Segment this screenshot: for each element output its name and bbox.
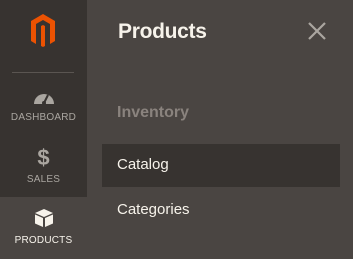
panel-title: Products (118, 20, 207, 43)
sidebar-item-sales[interactable]: $ SALES (0, 139, 87, 201)
box-icon (0, 207, 87, 229)
products-flyout-panel: Products Inventory Catalog Categories (87, 0, 353, 259)
menu-item-label: Catalog (117, 156, 169, 173)
sidebar-item-dashboard[interactable]: DASHBOARD (0, 77, 87, 139)
magento-logo-icon (31, 14, 55, 47)
menu-item-categories[interactable]: Categories (102, 189, 340, 232)
close-icon (308, 22, 326, 40)
close-button[interactable] (306, 20, 328, 42)
sidebar-item-products[interactable]: PRODUCTS (0, 197, 87, 259)
sidebar-divider (12, 72, 74, 73)
sidebar-item-label: SALES (26, 174, 61, 185)
menu-item-label: Categories (117, 201, 190, 218)
dashboard-gauge-icon (0, 89, 87, 105)
admin-sidebar: DASHBOARD $ SALES PRODUCTS (0, 0, 87, 259)
menu-item-catalog[interactable]: Catalog (102, 144, 340, 187)
section-heading-inventory: Inventory (117, 104, 190, 121)
magento-logo[interactable] (0, 0, 87, 72)
sidebar-item-label: DASHBOARD (10, 112, 77, 123)
sidebar-item-label: PRODUCTS (14, 235, 73, 246)
dollar-icon: $ (37, 145, 50, 170)
